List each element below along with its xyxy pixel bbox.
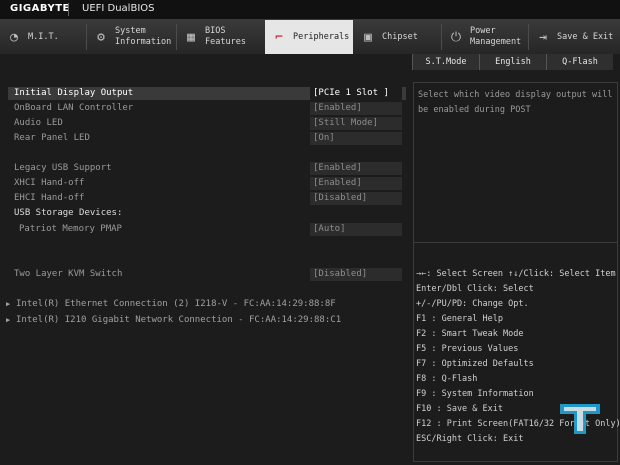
setting-value[interactable]: [Enabled]	[310, 162, 402, 175]
key-legend-line: F1 : General Help	[416, 314, 503, 324]
setting-value[interactable]: [Auto]	[310, 223, 402, 236]
setting-onboard-lan[interactable]: OnBoard LAN Controller [Enabled]	[14, 102, 406, 115]
setting-value[interactable]: [Enabled]	[310, 102, 402, 115]
tab-power-management-line1: Power	[470, 26, 496, 36]
setting-label: Initial Display Output	[14, 88, 134, 98]
key-legend-line: F2 : Smart Tweak Mode	[416, 329, 524, 339]
tab-power-management-line2: Management	[470, 37, 522, 47]
setting-rear-panel-led[interactable]: Rear Panel LED [On]	[14, 132, 406, 145]
title-bar: GIGABYTE UEFI DualBIOS	[0, 0, 620, 20]
exit-icon: ⇥	[539, 29, 547, 45]
setting-label: Legacy USB Support	[14, 163, 112, 173]
setting-value[interactable]: [On]	[310, 132, 402, 145]
setting-label: OnBoard LAN Controller	[14, 103, 134, 113]
setting-xhci-hand-off[interactable]: XHCI Hand-off [Enabled]	[14, 177, 406, 190]
tab-chipset-label: Chipset	[382, 31, 418, 42]
setting-label: Patriot Memory PMAP	[19, 224, 122, 234]
tab-system-information-line1: System	[115, 26, 146, 36]
setting-label: XHCI Hand-off	[14, 178, 85, 188]
qflash-button[interactable]: Q-Flash	[546, 54, 613, 70]
power-icon: ⏻	[450, 29, 462, 45]
tab-mit-label: M.I.T.	[28, 31, 59, 42]
tab-peripherals-label: Peripherals	[293, 31, 350, 42]
setting-ehci-hand-off[interactable]: EHCI Hand-off [Disabled]	[14, 192, 406, 205]
main-tabs: ◔ M.I.T. ⚙ System Information ▦ BIOS Featu…	[0, 20, 620, 55]
key-legend-line: F8 : Q-Flash	[416, 374, 478, 384]
stmode-button[interactable]: S.T.Mode	[412, 54, 479, 70]
help-panel: Select which video display output will b…	[413, 82, 618, 243]
key-legend-line: →←: Select Screen ↑↓/Click: Select Item	[416, 269, 616, 279]
submenu-label: Intel(R) I210 Gigabit Network Connection…	[16, 315, 342, 325]
chip-icon: ▦	[187, 29, 195, 45]
sub-toolbar: S.T.Mode English Q-Flash	[0, 54, 620, 71]
plug-icon: ⌐	[275, 29, 283, 45]
setting-label: Two Layer KVM Switch	[14, 269, 123, 279]
key-legend-line: Enter/Dbl Click: Select	[416, 284, 534, 294]
tab-bios-features-line2: Features	[205, 37, 246, 47]
tab-power-management[interactable]: ⏻ Power Management	[442, 20, 528, 54]
key-legend-line: +/-/PU/PD: Change Opt.	[416, 299, 529, 309]
watermark-logo	[560, 404, 600, 434]
triangle-right-icon: ▶	[6, 300, 11, 308]
language-button[interactable]: English	[479, 54, 546, 70]
setting-initial-display-output[interactable]: Initial Display Output [PCIe 1 Slot ]	[8, 87, 406, 100]
triangle-right-icon: ▶	[6, 316, 11, 324]
tab-save-exit[interactable]: ⇥ Save & Exit	[529, 20, 620, 54]
tab-system-information-label: System Information	[115, 26, 171, 48]
help-text: Select which video display output will b…	[418, 90, 613, 115]
tab-chipset[interactable]: ▣ Chipset	[354, 20, 441, 54]
key-legend-line: F7 : Optimized Defaults	[416, 359, 534, 369]
tab-bios-features-line1: BIOS	[205, 26, 226, 36]
setting-patriot-memory[interactable]: Patriot Memory PMAP [Auto]	[14, 223, 406, 236]
submenu-label: Intel(R) Ethernet Connection (2) I218-V …	[16, 299, 336, 309]
submenu-intel-i218v[interactable]: ▶ Intel(R) Ethernet Connection (2) I218-V…	[6, 298, 410, 311]
settings-panel: Initial Display Output [PCIe 1 Slot ] On…	[4, 82, 410, 460]
tab-system-information-line2: Information	[115, 37, 172, 47]
setting-audio-led[interactable]: Audio LED [Still Mode]	[14, 117, 406, 130]
setting-label: Rear Panel LED	[14, 133, 90, 143]
tab-peripherals[interactable]: ⌐ Peripherals	[265, 20, 353, 54]
tab-power-management-label: Power Management	[470, 26, 521, 48]
submenu-intel-i210[interactable]: ▶ Intel(R) I210 Gigabit Network Connectio…	[6, 314, 410, 327]
setting-value[interactable]: [Enabled]	[310, 177, 402, 190]
chipset-icon: ▣	[364, 29, 372, 45]
setting-value[interactable]: [Disabled]	[310, 268, 402, 281]
tab-bios-features-label: BIOS Features	[205, 26, 246, 48]
section-heading: USB Storage Devices:	[14, 208, 123, 218]
setting-value[interactable]: [Disabled]	[310, 192, 402, 205]
setting-kvm-switch[interactable]: Two Layer KVM Switch [Disabled]	[14, 268, 406, 281]
tab-system-information[interactable]: ⚙ System Information	[87, 20, 176, 54]
brand-divider	[68, 3, 69, 16]
key-legend-line: F5 : Previous Values	[416, 344, 519, 354]
setting-value[interactable]: [PCIe 1 Slot ]	[310, 87, 402, 100]
tab-mit[interactable]: ◔ M.I.T.	[0, 20, 86, 54]
gauge-icon: ◔	[10, 29, 18, 45]
setting-legacy-usb[interactable]: Legacy USB Support [Enabled]	[14, 162, 406, 175]
bios-title: UEFI DualBIOS	[82, 3, 155, 14]
tab-bios-features[interactable]: ▦ BIOS Features	[177, 20, 264, 54]
setting-label: EHCI Hand-off	[14, 193, 85, 203]
usb-storage-heading: USB Storage Devices:	[14, 207, 406, 220]
setting-label: Audio LED	[14, 118, 63, 128]
setting-value[interactable]: [Still Mode]	[310, 117, 402, 130]
gear-icon: ⚙	[97, 29, 105, 45]
tab-save-exit-label: Save & Exit	[557, 31, 614, 42]
brand-logo: GIGABYTE	[10, 3, 70, 14]
